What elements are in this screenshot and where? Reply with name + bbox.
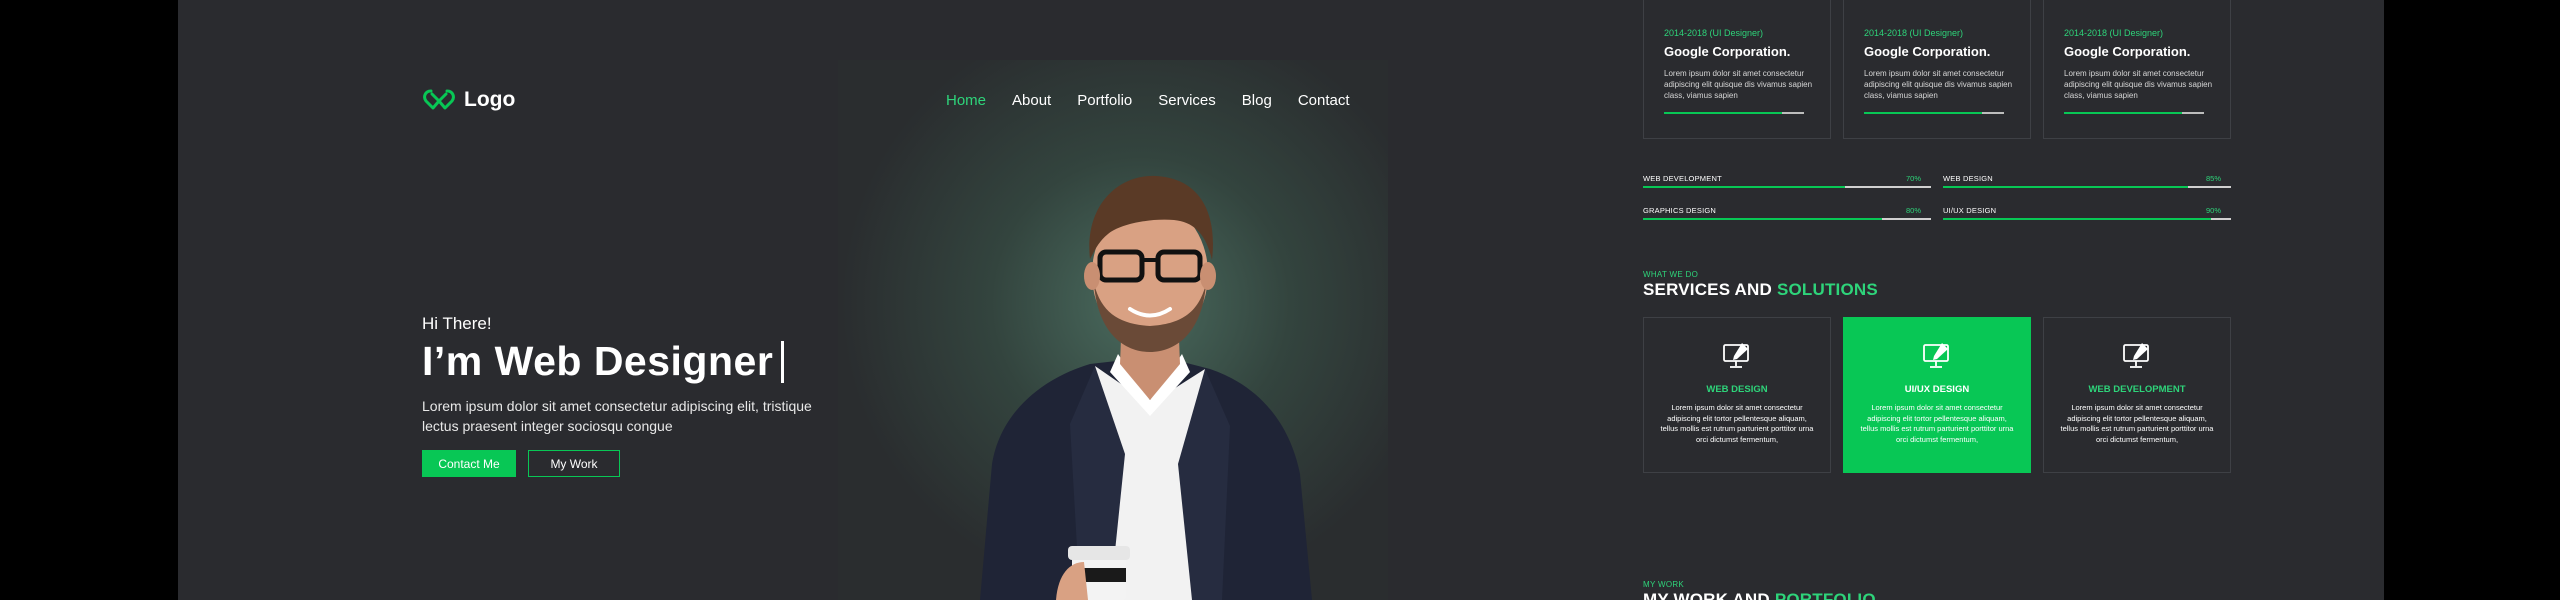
hero-greeting: Hi There!	[422, 314, 492, 333]
contact-me-button[interactable]: Contact Me	[422, 450, 516, 477]
work-title-main: MY WORK AND	[1643, 590, 1770, 600]
experience-card: 2014-2018 (UI Designer) Google Corporati…	[1843, 0, 2031, 139]
nav-about[interactable]: About	[1012, 92, 1051, 109]
work-title-accent: PORTFOLIO	[1774, 590, 1876, 600]
skill-track	[1943, 218, 2231, 220]
hero-headline: I’m Web Designer	[422, 338, 785, 385]
skill-bar: WEB DESIGN 85%	[1943, 174, 2231, 194]
hero-section: Logo Home About Portfolio Services Blog …	[178, 0, 1388, 600]
services-kicker: WHAT WE DO	[1643, 270, 1699, 279]
skill-name: GRAPHICS DESIGN	[1643, 206, 1717, 215]
skill-fill	[1643, 218, 1883, 220]
experience-underline-rest	[2182, 112, 2204, 114]
service-description: Lorem ipsum dolor sit amet consectetur a…	[1660, 403, 1814, 444]
experience-date: 2014-2018 (UI Designer)	[2064, 28, 2164, 38]
skill-track	[1943, 186, 2231, 188]
service-description: Lorem ipsum dolor sit amet consectetur a…	[1860, 403, 2014, 444]
experience-description: Lorem ipsum dolor sit amet consectetur a…	[1864, 69, 2013, 100]
skill-bar: GRAPHICS DESIGN 80%	[1643, 206, 1931, 226]
skill-fill	[1943, 218, 2211, 220]
main-nav: Home About Portfolio Services Blog Conta…	[946, 92, 1350, 109]
service-card-uiux-design[interactable]: UI/UX DESIGN Lorem ipsum dolor sit amet …	[1843, 317, 2031, 473]
services-title: SERVICES AND SOLUTIONS	[1643, 280, 1878, 300]
experience-date: 2014-2018 (UI Designer)	[1664, 28, 1764, 38]
service-card-web-design[interactable]: WEB DESIGN Lorem ipsum dolor sit amet co…	[1643, 317, 1831, 473]
skill-name: WEB DESIGN	[1943, 174, 1993, 183]
skill-bar: WEB DEVELOPMENT 70%	[1643, 174, 1931, 194]
monitor-pen-icon	[1923, 343, 1949, 368]
service-title: WEB DESIGN	[1706, 384, 1768, 395]
nav-portfolio[interactable]: Portfolio	[1077, 92, 1132, 109]
services-title-main: SERVICES AND	[1643, 280, 1772, 299]
skill-percent: 70%	[1905, 174, 1921, 183]
nav-home[interactable]: Home	[946, 92, 986, 109]
experience-date: 2014-2018 (UI Designer)	[1864, 28, 1964, 38]
services-title-accent: SOLUTIONS	[1776, 280, 1878, 299]
typing-cursor	[781, 340, 785, 383]
work-kicker: MY WORK	[1643, 580, 1685, 589]
skill-name: WEB DEVELOPMENT	[1643, 174, 1722, 183]
experience-company: Google Corporation.	[1664, 44, 1791, 59]
experience-company: Google Corporation.	[2064, 44, 2191, 59]
service-description: Lorem ipsum dolor sit amet consectetur a…	[2060, 403, 2214, 444]
work-title: MY WORK AND PORTFOLIO	[1643, 590, 1876, 600]
hero-description: Lorem ipsum dolor sit amet consectetur a…	[422, 398, 812, 434]
skill-track	[1643, 186, 1931, 188]
skill-track	[1643, 218, 1931, 220]
experience-underline-rest	[1982, 112, 2004, 114]
nav-contact[interactable]: Contact	[1298, 92, 1350, 109]
nav-blog[interactable]: Blog	[1242, 92, 1272, 109]
logo-text: Logo	[464, 88, 516, 111]
content-column: 2014-2018 (UI Designer) Google Corporati…	[1388, 0, 2384, 600]
experience-underline-rest	[1782, 112, 1804, 114]
skill-bar: UI/UX DESIGN 90%	[1943, 206, 2231, 226]
experience-company: Google Corporation.	[1864, 44, 1991, 59]
skill-percent: 85%	[2205, 174, 2221, 183]
site-logo[interactable]: Logo	[422, 88, 515, 112]
service-title: WEB DEVELOPMENT	[2088, 384, 2186, 395]
experience-description: Lorem ipsum dolor sit amet consectetur a…	[2064, 69, 2213, 100]
my-work-button[interactable]: My Work	[528, 450, 620, 477]
experience-card: 2014-2018 (UI Designer) Google Corporati…	[1643, 0, 1831, 139]
logo-icon	[423, 89, 455, 110]
portrait-image	[980, 175, 1312, 600]
skill-fill	[1643, 186, 1845, 188]
page-canvas: Logo Home About Portfolio Services Blog …	[178, 0, 2384, 600]
skill-percent: 90%	[2205, 206, 2221, 215]
hero-headline-text: I’m Web Designer	[422, 338, 774, 384]
skill-name: UI/UX DESIGN	[1943, 206, 1997, 215]
experience-card: 2014-2018 (UI Designer) Google Corporati…	[2043, 0, 2231, 139]
monitor-pen-icon	[1723, 343, 1749, 368]
skill-fill	[1943, 186, 2188, 188]
nav-services[interactable]: Services	[1158, 92, 1216, 109]
service-card-web-development[interactable]: WEB DEVELOPMENT Lorem ipsum dolor sit am…	[2043, 317, 2231, 473]
skill-percent: 80%	[1905, 206, 1921, 215]
monitor-pen-icon	[2123, 343, 2149, 368]
experience-description: Lorem ipsum dolor sit amet consectetur a…	[1664, 69, 1813, 100]
service-title: UI/UX DESIGN	[1904, 384, 1970, 395]
